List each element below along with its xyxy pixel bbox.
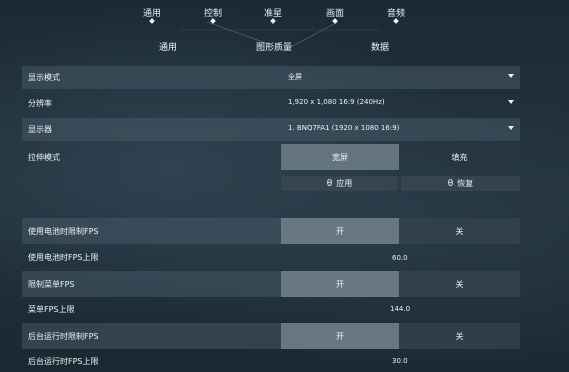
battery-fps-cap-label: 使用电池时FPS上限	[28, 253, 99, 262]
subtab-stats[interactable]: 数据	[371, 40, 389, 53]
monitor-value[interactable]: 1. BNQ7FA1 (1920 x 1080 16:9)	[288, 124, 399, 132]
lock-icon: θ	[447, 178, 454, 189]
tab-audio-dot	[393, 18, 399, 24]
resolution-label: 分辨率	[28, 99, 52, 108]
monitor-label: 显示器	[28, 125, 52, 134]
tab-audio[interactable]: 音频	[387, 6, 405, 19]
dropdown-arrow-icon[interactable]	[508, 126, 514, 130]
restore-button[interactable]: θ 恢复	[401, 176, 520, 191]
menu-fps-cap-value[interactable]: 144.0	[390, 305, 410, 313]
menu-limit-fps-label: 限制菜单FPS	[28, 280, 75, 289]
menu-fps-cap-row[interactable]: 菜单FPS上限	[22, 298, 520, 321]
background-limit-fps-off[interactable]: 关	[399, 323, 520, 349]
resolution-value[interactable]: 1,920 x 1,080 16:9 (240Hz)	[288, 98, 385, 106]
dropdown-arrow-icon[interactable]	[508, 74, 514, 78]
tab-video[interactable]: 画面	[326, 6, 344, 19]
display-mode-value[interactable]: 全屏	[288, 72, 302, 82]
subtab-general[interactable]: 通用	[159, 40, 177, 53]
display-mode-label: 显示模式	[28, 73, 60, 82]
menu-fps-cap-label: 菜单FPS上限	[28, 305, 75, 314]
menu-limit-fps-on[interactable]: 开	[281, 271, 399, 297]
subtab-graphics-quality[interactable]: 图形质量	[256, 40, 292, 53]
background-fps-cap-row[interactable]: 后台运行时FPS上限	[22, 350, 520, 372]
battery-limit-fps-off[interactable]: 关	[399, 218, 520, 244]
background-limit-fps-on[interactable]: 开	[281, 323, 399, 349]
monitor-row[interactable]: 显示器 1. BNQ7FA1 (1920 x 1080 16:9)	[22, 118, 520, 141]
stretch-fill-option[interactable]: 填充	[399, 144, 520, 170]
stretch-mode-label: 拉伸模式	[28, 153, 60, 162]
tab-general[interactable]: 通用	[143, 6, 161, 19]
top-navigation: 通用 控制 准星 画面 音频	[0, 0, 569, 24]
background-fps-cap-label: 后台运行时FPS上限	[28, 357, 99, 366]
display-mode-row[interactable]: 显示模式 全屏	[22, 66, 520, 89]
apply-label: 应用	[336, 179, 353, 188]
tab-controls[interactable]: 控制	[204, 6, 222, 19]
tab-controls-dot	[210, 18, 216, 24]
menu-limit-fps-off[interactable]: 关	[399, 271, 520, 297]
tab-general-dot	[149, 18, 155, 24]
lock-icon: θ	[326, 178, 333, 189]
battery-limit-fps-label: 使用电池时限制FPS	[28, 227, 99, 236]
tab-crosshair[interactable]: 准星	[264, 6, 282, 19]
background-limit-fps-label: 后台运行时限制FPS	[28, 332, 99, 341]
restore-label: 恢复	[457, 179, 474, 188]
tab-crosshair-dot	[270, 18, 276, 24]
stretch-widescreen-option[interactable]: 宽屏	[281, 144, 399, 170]
apply-button[interactable]: θ 应用	[281, 176, 398, 191]
resolution-row[interactable]: 分辨率 1,920 x 1,080 16:9 (240Hz)	[22, 92, 520, 115]
battery-fps-cap-value[interactable]: 60.0	[392, 254, 408, 262]
battery-limit-fps-on[interactable]: 开	[281, 218, 399, 244]
dropdown-arrow-icon[interactable]	[508, 100, 514, 104]
tab-video-dot	[332, 18, 338, 24]
background-fps-cap-value[interactable]: 30.0	[392, 357, 408, 365]
battery-fps-cap-row[interactable]: 使用电池时FPS上限	[22, 246, 520, 269]
